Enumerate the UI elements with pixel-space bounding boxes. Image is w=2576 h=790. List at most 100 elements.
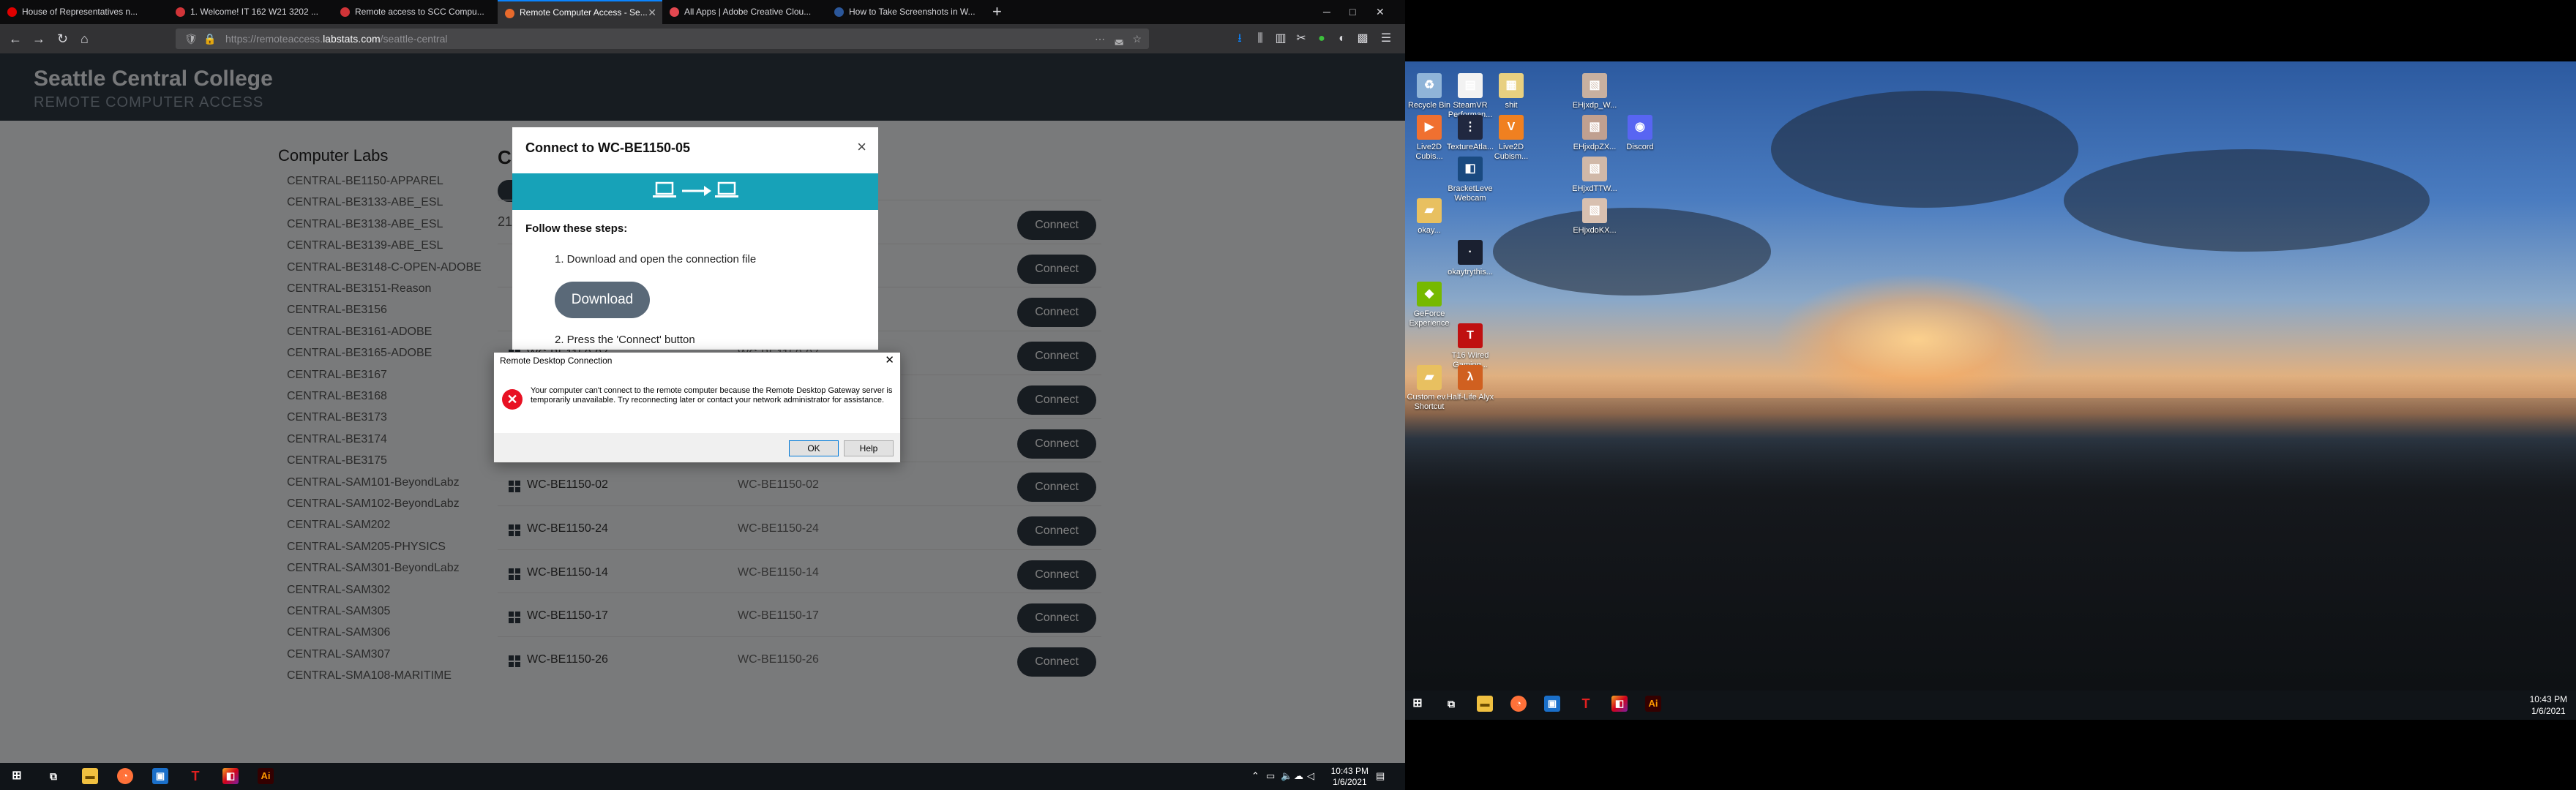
shortcut-icon: ▦ — [1499, 73, 1524, 98]
dialog-message: Your computer can't connect to the remot… — [531, 386, 893, 405]
illustrator-icon[interactable]: Ai — [1645, 696, 1661, 712]
extensions-icon[interactable]: ▩ — [1355, 31, 1370, 46]
close-icon[interactable]: × — [857, 138, 866, 157]
desktop-shortcut[interactable]: ◆ GeForce Experience — [1405, 282, 1455, 328]
url-prefix: https://remoteaccess. — [225, 33, 323, 45]
extension-icon[interactable]: ● — [1314, 31, 1329, 46]
web-page: Seattle Central College REMOTE COMPUTER … — [0, 53, 1405, 763]
task-view-icon[interactable]: ⧉ — [1443, 696, 1459, 712]
forward-icon[interactable]: → — [32, 31, 45, 47]
step-2: 2. Press the 'Connect' button — [555, 334, 695, 346]
tab-label: All Apps | Adobe Creative Clou... — [684, 7, 812, 17]
url-host: labstats.com — [323, 33, 381, 45]
remote-desktop-icon[interactable]: ▣ — [1544, 696, 1560, 712]
firefox-icon[interactable]: ◔ — [117, 768, 133, 784]
shortcut-icon: ▧ — [1582, 115, 1607, 140]
url-bar[interactable]: 🛡 🔒 https://remoteaccess.labstats.com/se… — [176, 29, 1149, 49]
desktop-shortcut[interactable]: ◉ Discord — [1614, 115, 1666, 152]
dialog-footer: OK Help — [494, 433, 900, 462]
desktop-shortcut[interactable]: ▧ EHjxdTTW... — [1569, 157, 1620, 194]
step-1: 1. Download and open the connection file — [555, 253, 757, 266]
shortcut-icon: ◧ — [1458, 157, 1483, 181]
menu-icon[interactable]: ☰ — [1379, 31, 1393, 46]
home-icon[interactable]: ⌂ — [80, 31, 89, 47]
back-icon[interactable]: ← — [9, 31, 22, 47]
file-explorer-icon[interactable]: ▬ — [1477, 696, 1493, 712]
browser-tab-1[interactable]: 1. Welcome! IT 162 W21 3202 ... — [168, 0, 333, 24]
browser-tab-3[interactable]: Remote Computer Access - Se... ✕ — [498, 0, 662, 24]
new-tab-icon[interactable]: + — [992, 0, 1002, 23]
firefox-icon[interactable]: ◔ — [1510, 696, 1527, 712]
taskbar: ⊞ ⧉ ▬ ◔ ▣ T ◧ Ai ⌃ ▭ 🔈 ☁ ◁ 10:43 PM 1/6/… — [0, 763, 1405, 790]
maximize-icon[interactable]: □ — [1349, 0, 1355, 24]
desktop-shortcut[interactable]: · okaytrythis... — [1445, 240, 1496, 277]
gaming-app-icon[interactable]: T — [1578, 696, 1594, 712]
labstats-icon — [505, 9, 514, 18]
tray-chevron-icon[interactable]: ⌃ — [1251, 770, 1259, 782]
speaker-icon[interactable]: ◁ — [1307, 770, 1314, 782]
remote-clock[interactable]: 10:43 PM 1/6/2021 — [2530, 693, 2567, 717]
account-icon[interactable]: ◐ — [1335, 31, 1349, 46]
desktop-shortcut[interactable]: λ Half-Life Alyx — [1445, 365, 1496, 402]
task-view-icon[interactable]: ⧉ — [45, 768, 61, 784]
illustrator-icon[interactable]: Ai — [258, 768, 274, 784]
shortcut-icon: ◉ — [1628, 115, 1652, 140]
computer-to-computer-icon — [653, 181, 738, 198]
download-icon[interactable]: ⭳ — [1232, 31, 1247, 46]
desktop-shortcut[interactable]: ▰ okay... — [1405, 198, 1455, 236]
desktop-shortcut[interactable]: V Live2D Cubism... — [1486, 115, 1537, 162]
browser-tab-5[interactable]: How to Take Screenshots in W... — [827, 0, 992, 24]
shortcut-icon: ▰ — [1417, 198, 1442, 223]
shortcut-icon: ▧ — [1582, 73, 1607, 98]
start-icon[interactable]: ⊞ — [9, 768, 25, 784]
browser-tab-4[interactable]: All Apps | Adobe Creative Clou... — [662, 0, 827, 24]
tab-label: Remote Computer Access - Se... — [520, 7, 648, 18]
reload-icon[interactable]: ↻ — [57, 31, 68, 47]
download-button[interactable]: Download — [555, 282, 650, 318]
file-explorer-icon[interactable]: ▬ — [82, 768, 98, 784]
onedrive-icon[interactable]: ☁ — [1294, 770, 1303, 782]
dialog-title: Remote Desktop Connection — [500, 356, 613, 366]
close-window-icon[interactable]: ✕ — [1376, 0, 1385, 24]
remote-monitor: ♻Recycle Bin▤SteamVR Performan...▦shit▧E… — [1405, 0, 2576, 790]
tab-label: House of Representatives n... — [22, 7, 138, 17]
desktop-shortcut[interactable]: ▦ shit — [1486, 73, 1537, 110]
steps-heading: Follow these steps: — [525, 222, 628, 235]
adobe-icon — [670, 7, 679, 17]
notifications-icon[interactable]: ▤ — [1376, 770, 1385, 782]
desktop-shortcut[interactable]: ▧ EHjxdoKX... — [1569, 198, 1620, 236]
photos-icon[interactable]: ◧ — [222, 768, 239, 784]
pocket-icon[interactable]: ◛ — [1114, 29, 1124, 49]
page-actions-icon[interactable]: ⋯ — [1095, 29, 1105, 49]
close-tab-icon[interactable]: ✕ — [648, 1, 656, 24]
sidebar-icon[interactable]: ▥ — [1273, 31, 1288, 46]
desktop-shortcut[interactable]: ▧ EHjxdpZX... — [1569, 115, 1620, 152]
volume-icon[interactable]: 🔈 — [1281, 770, 1292, 782]
remote-desktop-icon[interactable]: ▣ — [152, 768, 168, 784]
screenshot-icon[interactable]: ✂ — [1294, 31, 1308, 46]
clock-date: 1/6/2021 — [2531, 706, 2566, 716]
desktop-shortcut[interactable]: TT16 Wired Gaming... — [1445, 323, 1496, 370]
shortcut-icon: ◆ — [1417, 282, 1442, 306]
library-icon[interactable]: ⫼ — [1253, 31, 1268, 46]
ok-button[interactable]: OK — [789, 440, 839, 456]
desktop-shortcut[interactable]: ◧ BracketLeve Webcam — [1445, 157, 1496, 203]
article-icon — [834, 7, 844, 17]
network-icon[interactable]: ▭ — [1266, 770, 1275, 782]
help-button[interactable]: Help — [844, 440, 894, 456]
desktop-shortcut[interactable]: ▧ EHjxdp_W... — [1569, 73, 1620, 110]
browser-tab-0[interactable]: House of Representatives n... — [0, 0, 168, 24]
start-icon[interactable]: ⊞ — [1409, 696, 1426, 712]
photos-icon[interactable]: ◧ — [1611, 696, 1628, 712]
shortcut-icon: T — [1458, 323, 1483, 348]
shortcut-icon: V — [1499, 115, 1524, 140]
rock-foreground — [1405, 398, 2576, 691]
browser-tab-2[interactable]: Remote access to SCC Compu... — [333, 0, 498, 24]
shortcut-icon: ▧ — [1582, 198, 1607, 223]
close-icon[interactable]: ✕ — [885, 353, 894, 366]
bookmark-star-icon[interactable]: ☆ — [1132, 29, 1142, 49]
shortcut-icon: λ — [1458, 365, 1483, 390]
minimize-icon[interactable]: ─ — [1323, 0, 1330, 24]
clock[interactable]: 10:43 PM 1/6/2021 — [1331, 766, 1368, 788]
gaming-app-icon[interactable]: T — [187, 768, 203, 784]
